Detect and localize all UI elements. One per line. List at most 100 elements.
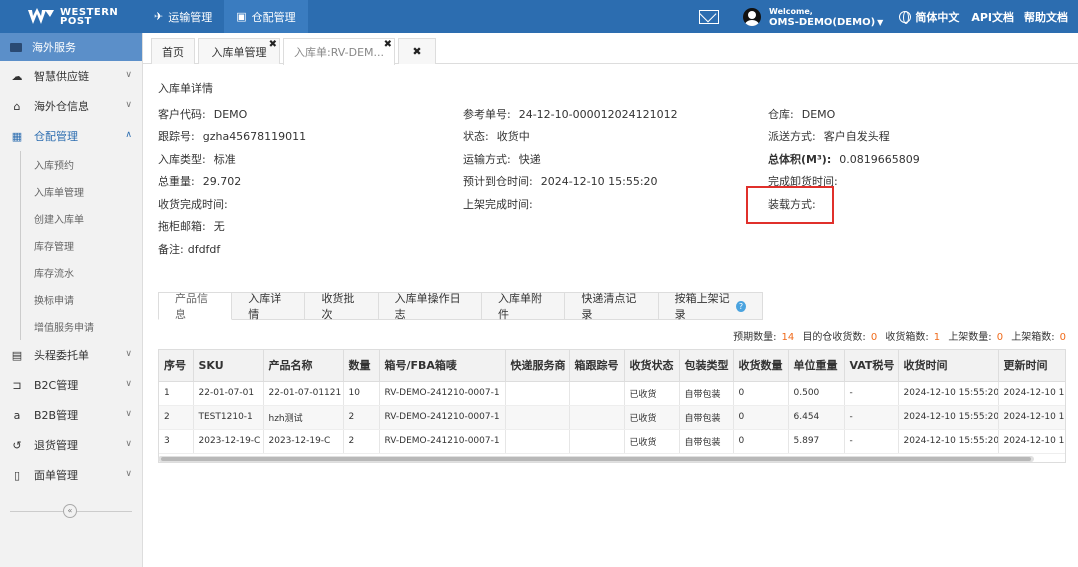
- cell: -: [844, 405, 899, 430]
- column-header[interactable]: 快递服务商: [505, 350, 570, 382]
- tab-inbound-mgmt[interactable]: 入库单管理 ✖: [198, 38, 280, 64]
- chevron-down-icon: ∨: [125, 469, 132, 479]
- cell: 5.897: [788, 429, 845, 454]
- field-status: 状态: 收货中: [463, 130, 530, 143]
- column-header[interactable]: 收货状态: [624, 350, 680, 382]
- sidebar-item-b2b[interactable]: a B2B管理 ∨: [0, 400, 142, 430]
- column-header[interactable]: 更新时间: [998, 350, 1065, 382]
- user-menu[interactable]: Welcome, OMS-DEMO(DEMO) ▼: [743, 6, 883, 28]
- amazon-icon: a: [13, 408, 21, 422]
- sidebar-header[interactable]: 海外服务: [0, 33, 142, 61]
- column-header[interactable]: VAT税号: [844, 350, 899, 382]
- cloud-icon: ☁: [11, 69, 23, 83]
- close-all-tabs-button[interactable]: ✖: [398, 38, 436, 64]
- tab-product-info[interactable]: 产品信息: [158, 292, 233, 321]
- column-header[interactable]: 箱跟踪号: [569, 350, 625, 382]
- help-docs-link[interactable]: 帮助文档: [1024, 9, 1068, 25]
- avatar: [743, 7, 762, 26]
- sidebar-item-warehouse-mgmt[interactable]: ▦ 仓配管理 ∧: [0, 121, 142, 151]
- column-header[interactable]: 收货数量: [733, 350, 789, 382]
- field-customer-code: 客户代码: DEMO: [158, 108, 248, 121]
- table-row[interactable]: 3 2023-12-19-C 2023-12-19-C 2 RV-DEMO-24…: [159, 429, 1065, 454]
- column-header[interactable]: 数量: [343, 350, 380, 382]
- chevron-down-icon: ∨: [125, 439, 132, 449]
- column-header[interactable]: 包装类型: [679, 350, 734, 382]
- language-selector[interactable]: 简体中文: [899, 9, 959, 25]
- column-header[interactable]: 产品名称: [263, 350, 344, 382]
- sidebar: 海外服务 ☁ 智慧供应链 ∨ ⌂ 海外仓信息 ∨ ▦ 仓配管理 ∧ 入库预约 入…: [0, 33, 143, 567]
- column-header[interactable]: 序号: [159, 350, 194, 382]
- document-icon: ▯: [13, 468, 21, 482]
- logo[interactable]: WESTERN POST: [0, 0, 142, 33]
- cell: 自带包装: [679, 405, 734, 430]
- cell: 10: [343, 381, 380, 406]
- close-icon[interactable]: ✖: [269, 39, 277, 50]
- cell: hzh测试: [263, 405, 344, 430]
- tab-operation-log[interactable]: 入库单操作日志: [378, 292, 483, 321]
- column-header[interactable]: 箱号/FBA箱唛: [379, 350, 506, 382]
- field-reference-number: 参考单号: 24-12-10-000012024121012: [463, 108, 678, 121]
- caret-down-icon: ▼: [877, 17, 884, 27]
- tab-receive-batches[interactable]: 收货批次: [305, 292, 379, 321]
- cell: 3: [159, 429, 194, 454]
- table-row[interactable]: 2 TEST1210-1 hzh测试 2 RV-DEMO-241210-0007…: [159, 405, 1065, 430]
- chevron-down-icon: ∨: [125, 409, 132, 419]
- chevron-down-icon: ∨: [125, 70, 132, 80]
- cell: 0: [733, 381, 789, 406]
- scrollbar-thumb[interactable]: [161, 457, 1031, 461]
- sidebar-item-b2c[interactable]: ⊐ B2C管理 ∨: [0, 370, 142, 400]
- column-header[interactable]: 单位重量: [788, 350, 845, 382]
- product-table: 序号 SKU 产品名称 数量 箱号/FBA箱唛 快递服务商 箱跟踪号 收货状态 …: [158, 349, 1066, 463]
- logo-text: WESTERN POST: [60, 6, 119, 27]
- tab-attachments[interactable]: 入库单附件: [482, 292, 566, 321]
- chevron-up-icon: ∧: [125, 130, 132, 140]
- sidebar-item-labels[interactable]: ▯ 面单管理 ∨: [0, 460, 142, 490]
- nav-warehouse[interactable]: ▣ 仓配管理: [224, 0, 308, 33]
- field-delivery-method: 派送方式: 客户自发头程: [768, 130, 890, 143]
- mail-icon[interactable]: [699, 9, 720, 24]
- api-docs-link[interactable]: API文档: [971, 9, 1014, 25]
- column-header[interactable]: SKU: [193, 350, 264, 382]
- main-content: 入库单详情 客户代码: DEMO 跟踪号: gzha45678119011 入库类型…: [143, 64, 1078, 567]
- tab-inbound-details[interactable]: 入库详情: [232, 292, 306, 321]
- cell: [569, 381, 625, 406]
- horizontal-scrollbar[interactable]: [158, 456, 1034, 462]
- cell: 22-01-07-01121: [263, 381, 344, 406]
- field-receive-complete-time: 收货完成时间:: [158, 198, 228, 211]
- sidebar-subitem[interactable]: 入库预约: [20, 151, 142, 178]
- page-tabs: 首页 入库单管理 ✖ 入库单:RV-DEM... ✖ ✖: [143, 33, 1078, 65]
- tab-box-shelving[interactable]: 按箱上架记录?: [658, 292, 763, 321]
- tab-home[interactable]: 首页: [151, 38, 195, 64]
- chevron-down-icon: ∨: [125, 379, 132, 389]
- cell: 2: [343, 429, 380, 454]
- sidebar-subitem[interactable]: 换标申请: [20, 286, 142, 313]
- double-chevron-left-icon[interactable]: «: [63, 504, 77, 518]
- field-inbound-type: 入库类型: 标准: [158, 153, 236, 166]
- column-header[interactable]: 收货时间: [898, 350, 999, 382]
- sidebar-item-supply-chain[interactable]: ☁ 智慧供应链 ∨: [0, 61, 142, 91]
- cell: -: [844, 381, 899, 406]
- help-icon[interactable]: ?: [735, 300, 746, 312]
- sidebar-subitem[interactable]: 库存管理: [20, 232, 142, 259]
- cell: 自带包装: [679, 429, 734, 454]
- nav-transport[interactable]: ✈ 运输管理: [142, 0, 224, 33]
- sidebar-item-returns[interactable]: ↺ 退货管理 ∨: [0, 430, 142, 460]
- sidebar-subitem[interactable]: 增值服务申请: [20, 313, 142, 340]
- field-shelving-complete-time: 上架完成时间:: [463, 198, 533, 211]
- chevron-down-icon: ∨: [125, 349, 132, 359]
- sidebar-subitem[interactable]: 入库单管理: [20, 178, 142, 205]
- sidebar-subitem[interactable]: 库存流水: [20, 259, 142, 286]
- close-icon[interactable]: ✖: [384, 39, 392, 50]
- field-total-volume: 总体积(M³): 0.0819665809: [768, 153, 920, 166]
- field-transport-method: 运输方式: 快递: [463, 153, 541, 166]
- tab-inbound-detail[interactable]: 入库单:RV-DEM... ✖: [283, 38, 395, 65]
- cell: 2024-12-10 15:55:20: [898, 405, 999, 430]
- sidebar-item-overseas-warehouse[interactable]: ⌂ 海外仓信息 ∨: [0, 91, 142, 121]
- sidebar-subitem[interactable]: 创建入库单: [20, 205, 142, 232]
- table-row[interactable]: 1 22-01-07-01 22-01-07-01121 10 RV-DEMO-…: [159, 381, 1065, 406]
- grid-icon: ▦: [11, 129, 23, 143]
- tab-express-count[interactable]: 快递清点记录: [565, 292, 659, 321]
- cell: 已收货: [624, 405, 680, 430]
- sidebar-item-first-leg[interactable]: ▤ 头程委托单 ∨: [0, 340, 142, 370]
- cell: -: [844, 429, 899, 454]
